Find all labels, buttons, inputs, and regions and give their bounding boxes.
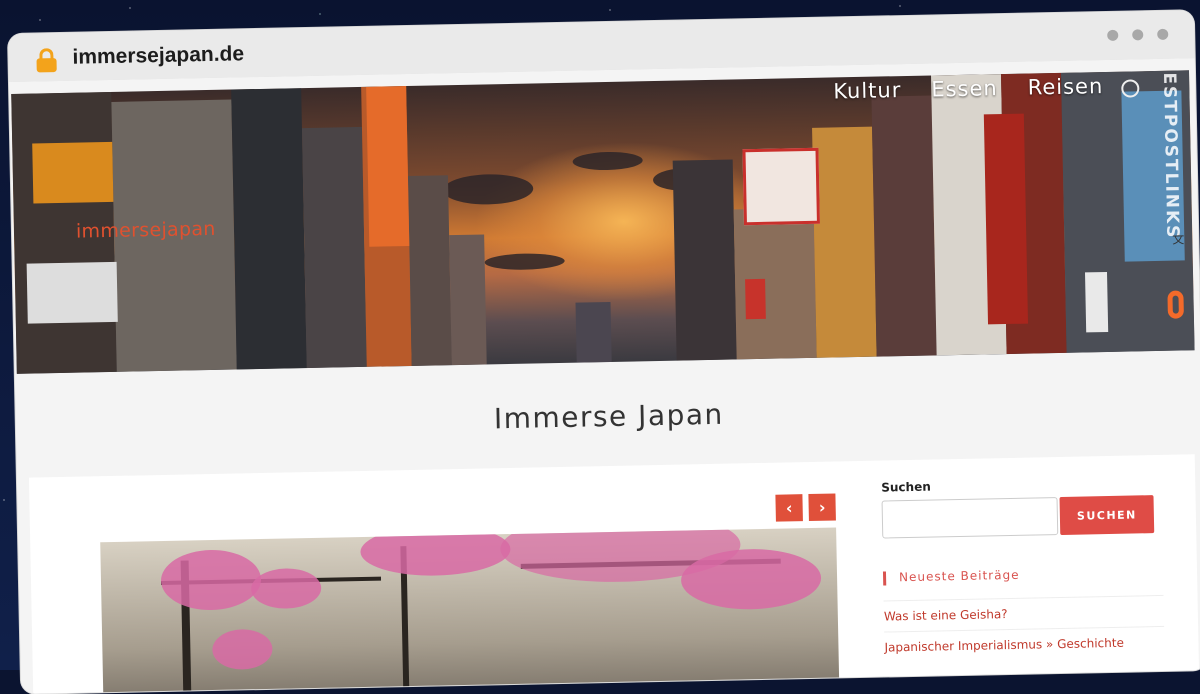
window-dot-icon[interactable] — [1107, 29, 1119, 41]
guestpostlinks-badge: GUESTPOSTLINKS — [1156, 70, 1192, 341]
main-content: ‹ › Suchen SUCHEN Neueste Beiträge Was i… — [28, 454, 1200, 694]
site-title: Immerse Japan — [493, 397, 725, 436]
nav-item-essen[interactable]: Essen — [931, 76, 998, 101]
lock-icon — [36, 48, 57, 73]
browser-window: immersejapan.de immersejapan Kultur Esse… — [8, 10, 1200, 694]
recent-post-link[interactable]: Japanischer Imperialismus » Geschichte — [884, 625, 1165, 663]
search-button[interactable]: SUCHEN — [1059, 495, 1155, 535]
badge-text: GUESTPOSTLINKS — [1158, 70, 1183, 240]
nav-item-reisen[interactable]: Reisen — [1027, 74, 1103, 100]
search-form: SUCHEN — [881, 495, 1163, 539]
slider-next-button[interactable]: › — [808, 493, 836, 522]
link-icon — [1167, 290, 1184, 319]
recent-posts-title: Neueste Beiträge — [883, 565, 1163, 585]
slider-prev-button[interactable]: ‹ — [775, 494, 803, 522]
web-page: immersejapan Kultur Essen Reisen 文 GUEST… — [8, 58, 1200, 694]
address-bar-url[interactable]: immersejapan.de — [72, 42, 244, 69]
window-dot-icon[interactable] — [1132, 29, 1144, 41]
hero-banner: immersejapan Kultur Essen Reisen 文 GUEST… — [11, 70, 1195, 374]
nav-item-kultur[interactable]: Kultur — [833, 78, 902, 103]
featured-image[interactable] — [100, 527, 840, 694]
site-logo[interactable]: immersejapan — [76, 218, 216, 243]
window-dot-icon[interactable] — [1157, 28, 1169, 40]
window-controls — [1107, 28, 1169, 41]
search-label: Suchen — [881, 479, 931, 495]
recent-posts-list: Was ist eine Geisha? Japanischer Imperia… — [883, 594, 1165, 663]
sidebar: Suchen SUCHEN Neueste Beiträge Was ist e… — [881, 475, 1165, 663]
slider-controls: ‹ › — [775, 493, 836, 522]
search-input[interactable] — [881, 497, 1059, 539]
